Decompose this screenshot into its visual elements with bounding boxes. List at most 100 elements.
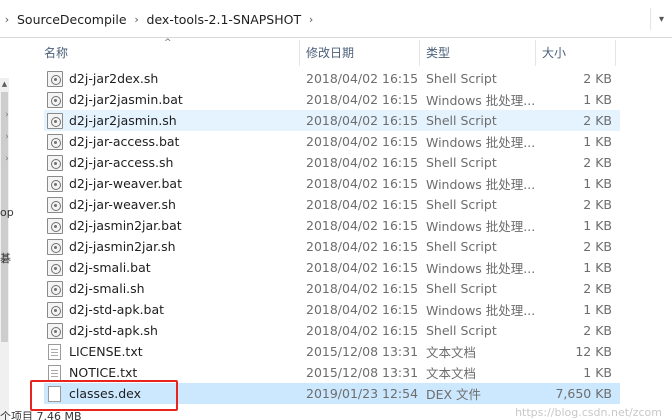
file-size: 1 KB xyxy=(583,302,612,317)
file-name-cell[interactable]: d2j-jasmin2jar.bat xyxy=(44,217,306,234)
file-type: Shell Script xyxy=(426,71,497,86)
script-file-icon xyxy=(47,70,63,87)
file-type: Windows 批处理... xyxy=(426,135,536,150)
file-name: d2j-jar2dex.sh xyxy=(69,71,159,86)
file-date: 2018/04/02 16:15 xyxy=(306,302,419,317)
file-date: 2018/04/02 16:15 xyxy=(306,260,419,275)
file-row[interactable]: d2j-jasmin2jar.bat 2018/04/02 16:15 Window… xyxy=(44,215,620,236)
file-type: Shell Script xyxy=(426,113,497,128)
nav-item-fragment[interactable]: 碁 xyxy=(0,250,11,266)
file-row[interactable]: d2j-jar2jasmin.sh 2018/04/02 16:15 Shell S… xyxy=(44,110,620,131)
file-date: 2018/04/02 16:15 xyxy=(306,176,419,191)
chevron-right-icon[interactable]: › xyxy=(130,13,144,26)
file-name-cell[interactable]: d2j-jasmin2jar.sh xyxy=(44,238,306,255)
file-row[interactable]: d2j-jar-weaver.sh 2018/04/02 16:15 Shell S… xyxy=(44,194,620,215)
file-row[interactable]: d2j-jar-weaver.bat 2018/04/02 16:15 Window… xyxy=(44,173,620,194)
nav-expand-arrow-icon[interactable]: › xyxy=(2,154,12,164)
script-file-icon xyxy=(47,112,63,129)
file-name-cell[interactable]: d2j-jar-weaver.sh xyxy=(44,196,306,213)
script-file-icon xyxy=(47,322,63,339)
column-header-name[interactable]: 名称 xyxy=(14,40,300,66)
file-size: 2 KB xyxy=(583,281,612,296)
file-type: Shell Script xyxy=(426,323,497,338)
file-name-cell[interactable]: d2j-smali.sh xyxy=(44,280,306,297)
file-row[interactable]: LICENSE.txt 2015/12/08 13:31 文本文档 12 KB xyxy=(44,341,620,362)
navigation-scrollbar[interactable]: ▲ ▼ xyxy=(0,78,9,420)
watermark-text: https://blog.csdn.net/zcom xyxy=(515,406,662,419)
file-date: 2018/04/02 16:15 xyxy=(306,113,419,128)
file-name: d2j-std-apk.bat xyxy=(69,302,165,317)
file-size: 2 KB xyxy=(583,155,612,170)
address-bar[interactable]: › SourceDecompile › dex-tools-2.1-SNAPSH… xyxy=(0,0,672,38)
file-type: Shell Script xyxy=(426,281,497,296)
breadcrumb-item-sourcedecompile[interactable]: SourceDecompile xyxy=(14,12,130,27)
file-name-cell[interactable]: d2j-jar2jasmin.sh xyxy=(44,112,306,129)
script-file-icon xyxy=(47,175,63,192)
breadcrumb-item-dex-tools[interactable]: dex-tools-2.1-SNAPSHOT xyxy=(144,12,305,27)
file-name: LICENSE.txt xyxy=(69,344,143,359)
file-name-cell[interactable]: d2j-jar-access.bat xyxy=(44,133,306,150)
scroll-up-arrow-icon[interactable]: ▲ xyxy=(0,78,9,90)
column-header-row: 名称 修改日期 类型 大小 xyxy=(14,40,618,66)
script-file-icon xyxy=(47,238,63,255)
file-type: 文本文档 xyxy=(426,366,477,381)
nav-expand-arrow-icon[interactable]: › xyxy=(2,110,12,120)
column-header-date[interactable]: 修改日期 xyxy=(300,40,420,66)
status-bar: 个项目 7.46 MB https://blog.csdn.net/zcom xyxy=(0,406,672,420)
file-name-cell[interactable]: NOTICE.txt xyxy=(44,364,306,381)
file-row[interactable]: d2j-jar2jasmin.bat 2018/04/02 16:15 Window… xyxy=(44,89,620,110)
file-row[interactable]: d2j-jasmin2jar.sh 2018/04/02 16:15 Shell S… xyxy=(44,236,620,257)
file-row[interactable]: d2j-std-apk.bat 2018/04/02 16:15 Windows 批… xyxy=(44,299,620,320)
file-date: 2015/12/08 13:31 xyxy=(306,365,419,380)
file-name-cell[interactable]: d2j-jar-access.sh xyxy=(44,154,306,171)
column-header-type[interactable]: 类型 xyxy=(420,40,536,66)
file-row[interactable]: d2j-smali.sh 2018/04/02 16:15 Shell Script… xyxy=(44,278,620,299)
text-document-icon xyxy=(48,343,61,360)
file-row[interactable]: d2j-jar-access.sh 2018/04/02 16:15 Shell S… xyxy=(44,152,620,173)
file-date: 2018/04/02 16:15 xyxy=(306,134,419,149)
file-list[interactable]: ^ 名称 修改日期 类型 大小 d2j-jar2dex.sh 2018/04/02… xyxy=(14,38,672,408)
file-size: 2 KB xyxy=(583,239,612,254)
file-name-cell[interactable]: d2j-std-apk.bat xyxy=(44,301,306,318)
file-date: 2018/04/02 16:15 xyxy=(306,197,419,212)
file-date: 2018/04/02 16:15 xyxy=(306,71,419,86)
script-file-icon xyxy=(47,196,63,213)
address-history-dropdown[interactable]: ▾ xyxy=(650,8,672,30)
file-name-cell[interactable]: d2j-jar2dex.sh xyxy=(44,70,306,87)
file-size: 1 KB xyxy=(583,365,612,380)
file-name-cell[interactable]: d2j-jar2jasmin.bat xyxy=(44,91,306,108)
chevron-down-icon: ▾ xyxy=(658,13,665,25)
script-file-icon xyxy=(47,259,63,276)
file-name: d2j-jar-access.sh xyxy=(69,155,174,170)
file-name-cell[interactable]: d2j-jar-weaver.bat xyxy=(44,175,306,192)
file-size: 1 KB xyxy=(583,176,612,191)
file-name: d2j-smali.bat xyxy=(69,260,151,275)
script-file-icon xyxy=(47,133,63,150)
file-size: 1 KB xyxy=(583,92,612,107)
file-size: 2 KB xyxy=(583,323,612,338)
file-name-cell[interactable]: d2j-smali.bat xyxy=(44,259,306,276)
file-name-cell[interactable]: LICENSE.txt xyxy=(44,343,306,360)
file-row[interactable]: d2j-jar-access.bat 2018/04/02 16:15 Window… xyxy=(44,131,620,152)
nav-item-fragment[interactable]: op xyxy=(0,206,14,219)
file-name-cell[interactable]: d2j-std-apk.sh xyxy=(44,322,306,339)
file-name: d2j-jar-access.bat xyxy=(69,134,180,149)
file-date: 2018/04/02 16:15 xyxy=(306,281,419,296)
script-file-icon xyxy=(47,301,63,318)
file-name: d2j-std-apk.sh xyxy=(69,323,158,338)
file-type: Shell Script xyxy=(426,197,497,212)
column-header-size[interactable]: 大小 xyxy=(536,40,616,66)
file-row[interactable]: d2j-jar2dex.sh 2018/04/02 16:15 Shell Scri… xyxy=(44,68,620,89)
chevron-right-icon[interactable]: › xyxy=(0,13,14,26)
file-date: 2018/04/02 16:15 xyxy=(306,218,419,233)
nav-expand-arrow-icon[interactable]: › xyxy=(2,132,12,142)
chevron-right-icon[interactable]: › xyxy=(304,13,318,26)
file-row[interactable]: d2j-std-apk.sh 2018/04/02 16:15 Shell Scri… xyxy=(44,320,620,341)
navigation-pane[interactable]: ▲ ▼ › › › op 碁 xyxy=(0,38,14,420)
file-size: 1 KB xyxy=(583,134,612,149)
file-type: Windows 批处理... xyxy=(426,93,536,108)
file-size: 1 KB xyxy=(583,260,612,275)
file-row[interactable]: d2j-smali.bat 2018/04/02 16:15 Windows 批处理… xyxy=(44,257,620,278)
file-type: Shell Script xyxy=(426,239,497,254)
file-name: d2j-smali.sh xyxy=(69,281,145,296)
